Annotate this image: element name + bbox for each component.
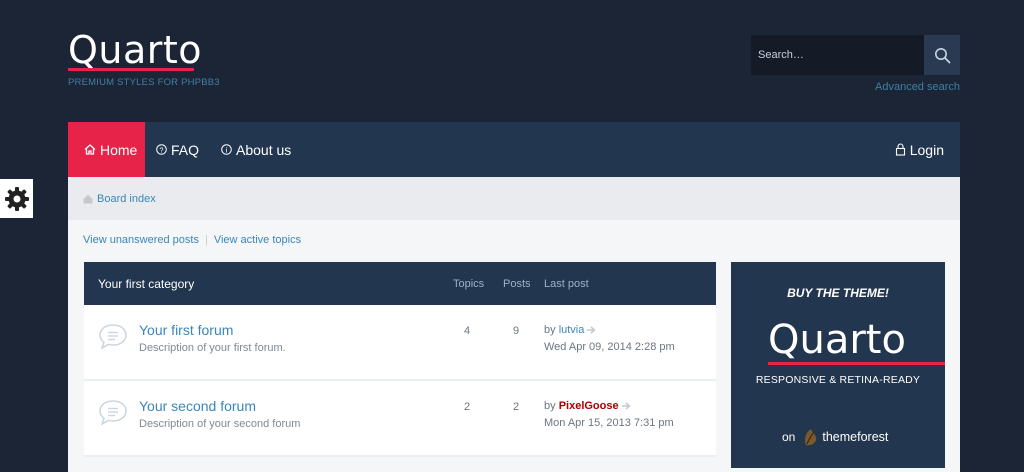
last-post-by-label: by: [544, 400, 556, 412]
ad-buy-text: BUY THE THEME!: [787, 286, 889, 300]
main-nav: Home ? FAQ i About us Login: [68, 122, 960, 177]
home-icon: [83, 194, 93, 203]
last-post-author: by PixelGoose: [544, 400, 631, 412]
forum-posts-count: 2: [512, 401, 520, 413]
ad-on-label: on: [782, 430, 796, 444]
forum-list: Your first category Topics Posts Last po…: [84, 262, 716, 457]
last-post-by-label: by: [544, 324, 556, 336]
home-icon: [84, 144, 96, 155]
col-topics: Topics: [453, 277, 485, 290]
unanswered-posts-link[interactable]: View unanswered posts: [83, 234, 199, 246]
forum-read-icon: [99, 400, 127, 426]
separator: |: [204, 234, 208, 246]
search-button[interactable]: [924, 35, 960, 75]
theme-ad-banner[interactable]: BUY THE THEME! Quarto RESPONSIVE & RETIN…: [731, 262, 945, 468]
logo-text: Quarto: [68, 28, 203, 72]
themeforest-leaf-icon: [805, 429, 817, 446]
ad-brand: themeforest: [822, 430, 889, 444]
breadcrumb-board-index[interactable]: Board index: [97, 193, 156, 205]
page-content: Board index View unanswered posts | View a…: [68, 177, 960, 472]
last-post-date: Wed Apr 09, 2014 2:28 pm: [544, 341, 675, 353]
ad-logo-text: Quarto: [768, 317, 906, 363]
info-icon: i: [221, 144, 232, 155]
question-icon: ?: [156, 144, 167, 155]
quick-links: View unanswered posts | View active topics: [83, 234, 301, 246]
forum-title[interactable]: Your first forum: [139, 322, 233, 338]
nav-home-label: Home: [100, 141, 138, 158]
ad-subtitle: RESPONSIVE & RETINA-READY: [755, 374, 921, 386]
nav-faq[interactable]: ? FAQ: [145, 122, 210, 177]
last-post-date: Mon Apr 15, 2013 7:31 pm: [544, 417, 674, 429]
nav-home[interactable]: Home: [68, 122, 145, 177]
col-last-post: Last post: [544, 277, 589, 290]
forum-topics-count: 2: [463, 401, 471, 413]
settings-toggle[interactable]: [0, 179, 33, 218]
nav-faq-label: FAQ: [171, 141, 200, 158]
active-topics-link[interactable]: View active topics: [214, 234, 301, 246]
col-posts: Posts: [503, 277, 531, 290]
last-post-author: by lutvia: [544, 324, 597, 336]
forum-row: Your first forum Description of your fir…: [84, 305, 716, 381]
forum-description: Description of your first forum.: [139, 342, 286, 354]
forum-posts-count: 9: [512, 325, 520, 337]
svg-text:?: ?: [159, 145, 163, 154]
forum-list-header: Your first category Topics Posts Last po…: [84, 262, 716, 305]
ad-logo-underline: [768, 362, 945, 365]
forum-topics-count: 4: [463, 325, 471, 337]
forum-row: Your second forum Description of your se…: [84, 381, 716, 457]
breadcrumb: Board index: [68, 177, 960, 220]
forum-title[interactable]: Your second forum: [139, 398, 256, 414]
nav-about[interactable]: i About us: [210, 122, 302, 177]
category-title[interactable]: Your first category: [98, 277, 194, 291]
nav-about-label: About us: [236, 141, 292, 158]
ad-marketplace: on themeforest: [782, 428, 888, 446]
forum-read-icon: [99, 324, 127, 350]
search-box: [751, 35, 960, 75]
last-post-user-link[interactable]: lutvia: [559, 324, 585, 336]
nav-login[interactable]: Login: [884, 122, 960, 177]
goto-last-post-icon[interactable]: [587, 326, 597, 334]
svg-text:i: i: [226, 145, 228, 154]
site-tagline: PREMIUM STYLES FOR PHPBB3: [68, 77, 220, 88]
goto-last-post-icon[interactable]: [621, 402, 631, 410]
search-input[interactable]: [751, 35, 924, 75]
last-post-user-link[interactable]: PixelGoose: [559, 400, 619, 412]
gear-icon: [4, 186, 29, 211]
forum-description: Description of your second forum: [139, 418, 301, 430]
lock-icon: [895, 143, 906, 156]
advanced-search-link[interactable]: Advanced search: [875, 81, 960, 93]
search-icon: [934, 47, 950, 63]
site-logo[interactable]: Quarto PREMIUM STYLES FOR PHPBB3: [68, 30, 220, 88]
nav-login-label: Login: [909, 141, 944, 158]
